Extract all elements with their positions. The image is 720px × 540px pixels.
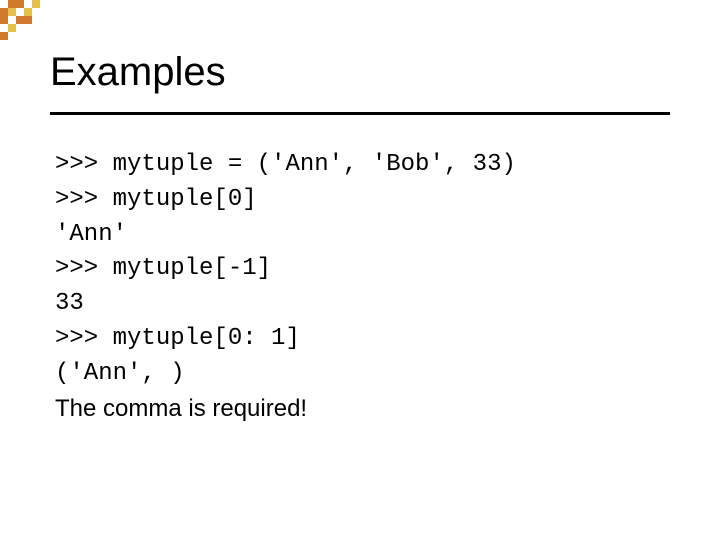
code-line: 33 [55, 287, 665, 322]
code-line: >>> mytuple = ('Ann', 'Bob', 33) [55, 148, 665, 183]
code-line: ('Ann', ) [55, 357, 665, 392]
logo-pixel [16, 0, 24, 8]
logo-pixel [32, 0, 40, 8]
logo-pixel [8, 8, 16, 16]
slide-title: Examples [50, 50, 680, 108]
slide-body: >>> mytuple = ('Ann', 'Bob', 33) >>> myt… [55, 148, 665, 426]
logo-pixel [8, 0, 16, 8]
logo-pixel [16, 16, 24, 24]
slide-note: The comma is required! [55, 392, 665, 427]
code-line: >>> mytuple[0] [55, 183, 665, 218]
slide: Examples >>> mytuple = ('Ann', 'Bob', 33… [0, 0, 720, 540]
logo-pixel [8, 24, 16, 32]
pixel-logo-icon [0, 0, 40, 40]
logo-pixel [0, 16, 8, 24]
code-line: >>> mytuple[0: 1] [55, 322, 665, 357]
logo-pixel [0, 32, 8, 40]
logo-pixel [0, 8, 8, 16]
logo-pixel [24, 8, 32, 16]
title-underline [50, 112, 670, 115]
code-line: >>> mytuple[-1] [55, 252, 665, 287]
logo-pixel [24, 16, 32, 24]
code-line: 'Ann' [55, 218, 665, 253]
